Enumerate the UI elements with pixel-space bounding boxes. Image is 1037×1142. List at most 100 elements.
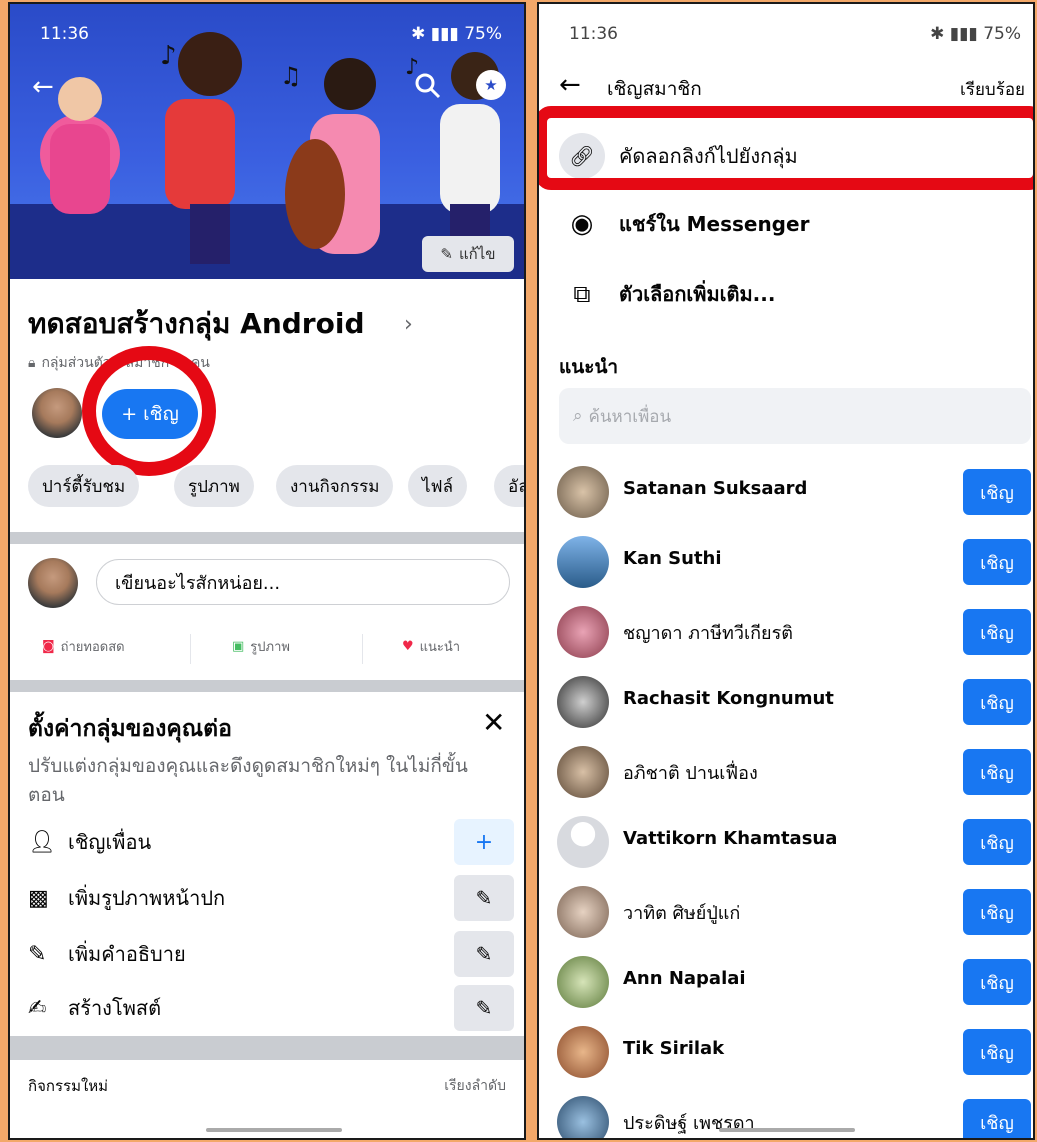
chevron-right-icon[interactable]: ›: [404, 312, 413, 337]
home-indicator: [206, 1128, 342, 1132]
lock-icon: 🔒︎: [28, 355, 36, 371]
external-share-icon: ⧉: [559, 271, 605, 317]
search-icon[interactable]: [414, 72, 442, 100]
friend-name: Satanan Suksaard: [623, 478, 808, 499]
friend-avatar: [557, 676, 609, 728]
highlight-rectangle: [539, 106, 1033, 190]
setup-description: ปรับแต่งกลุ่มของคุณและดึงดูดสมาชิกใหม่ๆ …: [28, 755, 468, 806]
recommend-button[interactable]: ♥ แนะนำ: [402, 636, 460, 657]
admin-shield-icon[interactable]: ★: [476, 70, 506, 100]
battery-level: 75%: [983, 24, 1021, 44]
invite-friend-button[interactable]: เชิญ: [963, 609, 1031, 655]
invite-friend-button[interactable]: เชิญ: [963, 1099, 1031, 1138]
activity-title: กิจกรรมใหม่: [28, 1077, 109, 1095]
chip-events[interactable]: งานกิจกรรม: [276, 465, 394, 507]
chip-albums[interactable]: อัล: [494, 465, 524, 507]
status-time: 11:36: [569, 24, 618, 44]
edit-pencil-button[interactable]: ✎: [454, 875, 514, 921]
share-messenger-option[interactable]: ◉ แชร์ใน Messenger: [539, 194, 1033, 254]
friend-name: ชญาดา ภาษีทวีเกียรติ: [623, 623, 793, 644]
friend-row: Satanan Suksaard เชิญ: [539, 456, 1033, 526]
composer-input[interactable]: เขียนอะไรสักหน่อย...: [96, 559, 510, 605]
setup-item-label: สร้างโพสต์: [68, 996, 162, 1020]
add-button[interactable]: +: [454, 819, 514, 865]
default-avatar-icon: [557, 816, 609, 868]
option-label: แชร์ใน Messenger: [619, 212, 810, 236]
home-indicator: [719, 1128, 855, 1132]
back-arrow-icon[interactable]: ←: [559, 70, 581, 100]
setup-item-label: เพิ่มคำอธิบาย: [68, 942, 186, 966]
edit-pencil-button[interactable]: ✎: [454, 985, 514, 1031]
page-title: เชิญสมาชิก: [607, 78, 702, 100]
search-placeholder: ค้นหาเพื่อน: [588, 406, 672, 427]
compose-icon: ✍: [28, 995, 47, 1021]
divider: [190, 634, 191, 664]
status-battery: ✱ ▮▮▮ 75%: [930, 24, 1021, 44]
chip-watch-party[interactable]: ปาร์ตี้รับชม: [28, 465, 140, 507]
search-icon: ⌕: [573, 406, 583, 426]
sort-button[interactable]: เรียงลำดับ: [444, 1075, 506, 1097]
back-arrow-icon[interactable]: ←: [32, 72, 54, 102]
setup-add-cover[interactable]: ▩ เพิ่มรูปภาพหน้าปก ✎: [28, 874, 514, 922]
member-avatar[interactable]: [32, 388, 82, 438]
invite-members-screen: 11:36 ✱ ▮▮▮ 75% ← เชิญสมาชิก เรียบร้อย 🔗…: [537, 2, 1035, 1140]
search-input[interactable]: ⌕ ค้นหาเพื่อน: [559, 388, 1031, 444]
more-options[interactable]: ⧉ ตัวเลือกเพิ่มเติม...: [539, 264, 1033, 324]
divider: [10, 680, 524, 692]
invite-friend-button[interactable]: เชิญ: [963, 469, 1031, 515]
friend-name: Rachasit Kongnumut: [623, 688, 834, 709]
setup-add-description[interactable]: ✎ เพิ่มคำอธิบาย ✎: [28, 930, 514, 978]
svg-text:♪: ♪: [160, 41, 177, 71]
option-label: ตัวเลือกเพิ่มเติม...: [619, 282, 776, 306]
edit-cover-label: แก้ไข: [459, 245, 496, 263]
pencil-icon: ✎: [28, 941, 47, 967]
edit-cover-button[interactable]: ✎ แก้ไข: [422, 236, 514, 272]
divider: [362, 634, 363, 664]
status-battery: ✱ ▮▮▮ 75%: [411, 24, 502, 44]
highlight-circle: [82, 346, 216, 476]
friend-name: Vattikorn Khamtasua: [623, 828, 838, 849]
friend-row: วาทิต ศิษย์ปู่แก่ เชิญ: [539, 876, 1033, 946]
friend-name: Kan Suthi: [623, 548, 722, 569]
close-icon[interactable]: ✕: [482, 706, 505, 739]
group-name[interactable]: ทดสอบสร้างกลุ่ม Android: [28, 302, 365, 346]
battery-level: 75%: [464, 24, 502, 44]
suggested-heading: แนะนำ: [559, 356, 619, 378]
add-person-icon: 👤︎: [28, 829, 56, 855]
friend-row: Rachasit Kongnumut เชิญ: [539, 666, 1033, 736]
friend-name: Tik Sirilak: [623, 1038, 725, 1059]
friend-avatar: [557, 1096, 609, 1138]
friend-name: Ann Napalai: [623, 968, 746, 989]
invite-friend-button[interactable]: เชิญ: [963, 749, 1031, 795]
chip-photos[interactable]: รูปภาพ: [174, 465, 254, 507]
chip-files[interactable]: ไฟล์: [408, 465, 468, 507]
status-time: 11:36: [40, 24, 89, 44]
divider: [10, 1036, 524, 1060]
invite-friend-button[interactable]: เชิญ: [963, 539, 1031, 585]
setup-create-post[interactable]: ✍ สร้างโพสต์ ✎: [28, 984, 514, 1032]
setup-invite-friends[interactable]: 👤︎ เชิญเพื่อน +: [28, 818, 514, 866]
recommend-label: แนะนำ: [419, 640, 461, 655]
friend-avatar: [557, 746, 609, 798]
invite-friend-button[interactable]: เชิญ: [963, 889, 1031, 935]
photo-icon: ▣: [232, 639, 245, 654]
live-button[interactable]: ◙ ถ่ายทอดสด: [42, 636, 125, 657]
invite-friend-button[interactable]: เชิญ: [963, 679, 1031, 725]
setup-item-label: เพิ่มรูปภาพหน้าปก: [68, 886, 226, 910]
svg-text:♫: ♫: [280, 62, 302, 90]
setup-item-label: เชิญเพื่อน: [68, 830, 152, 854]
friend-row: Tik Sirilak เชิญ: [539, 1016, 1033, 1086]
invite-friend-button[interactable]: เชิญ: [963, 819, 1031, 865]
friend-row: Ann Napalai เชิญ: [539, 946, 1033, 1016]
invite-friend-button[interactable]: เชิญ: [963, 959, 1031, 1005]
friend-avatar: [557, 956, 609, 1008]
invite-friend-button[interactable]: เชิญ: [963, 1029, 1031, 1075]
pencil-icon: ✎: [440, 245, 453, 263]
done-button[interactable]: เรียบร้อย: [960, 76, 1025, 103]
friend-name: ประดิษฐ์ เพชรดา: [623, 1113, 755, 1134]
edit-pencil-button[interactable]: ✎: [454, 931, 514, 977]
photo-label: รูปภาพ: [250, 640, 290, 655]
friend-avatar: [557, 466, 609, 518]
photo-button[interactable]: ▣ รูปภาพ: [232, 636, 290, 657]
messenger-icon: ◉: [559, 201, 605, 247]
